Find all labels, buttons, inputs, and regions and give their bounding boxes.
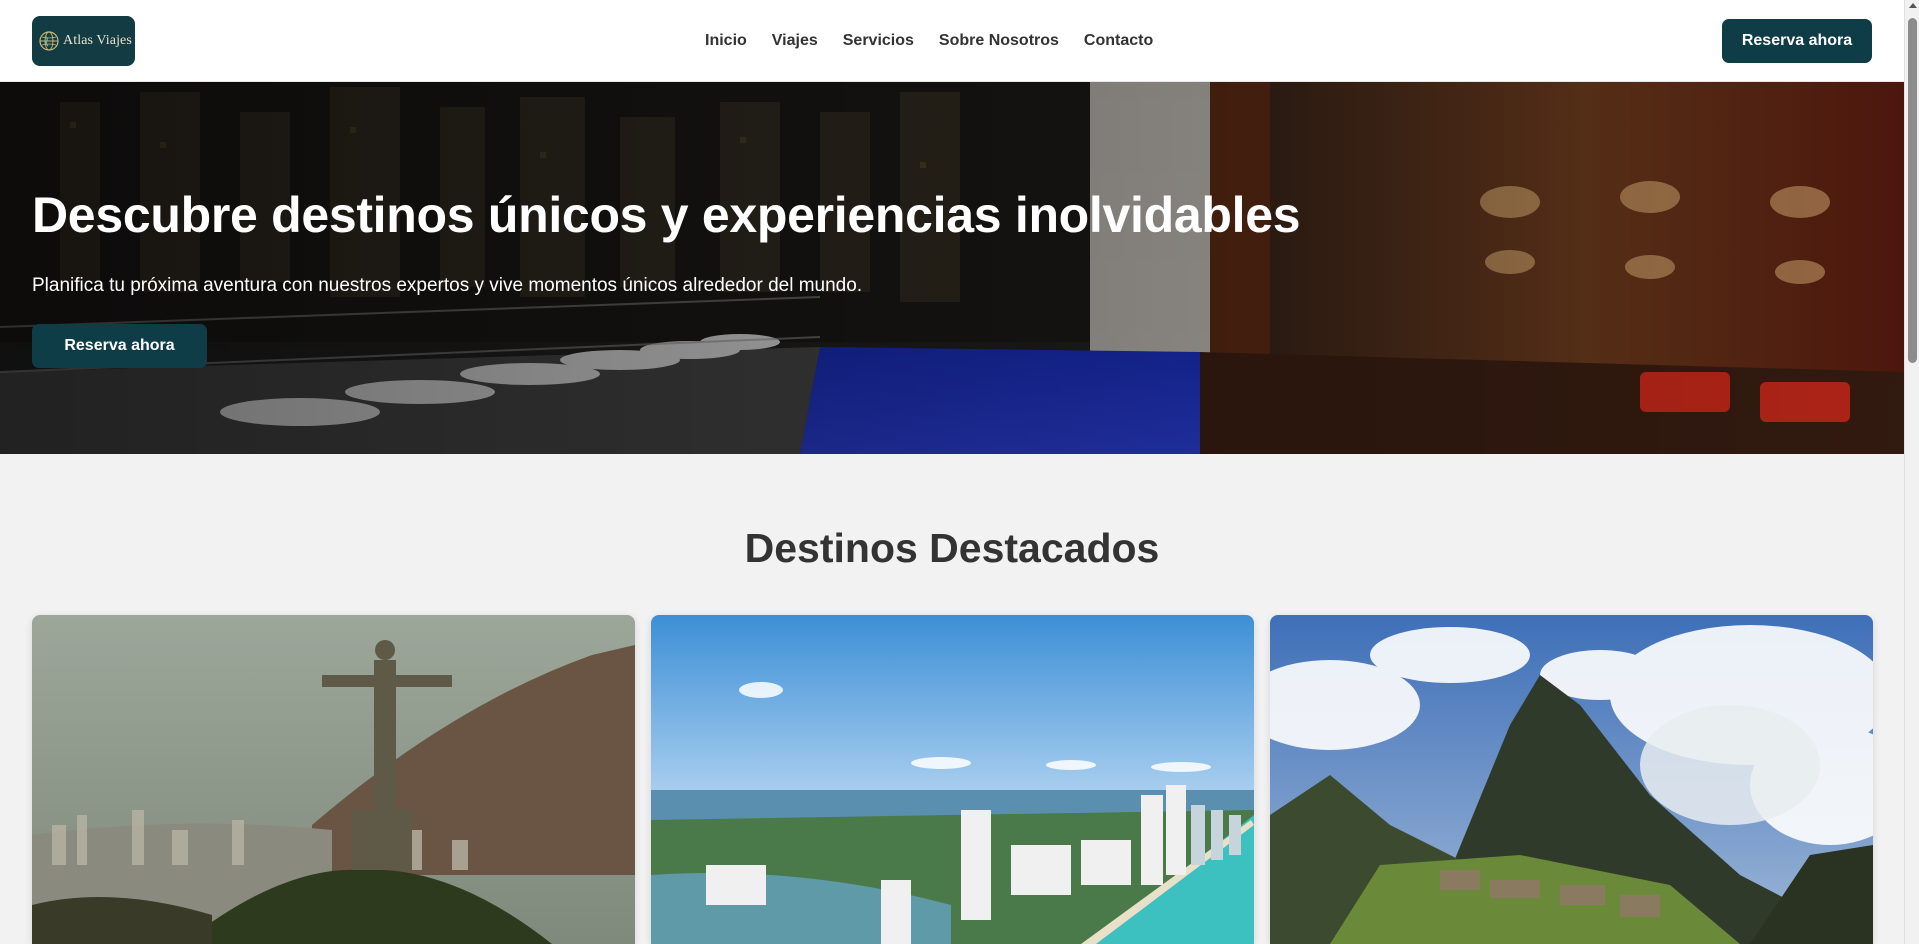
hero-reserve-button[interactable]: Reserva ahora bbox=[32, 324, 207, 368]
nav-link-contacto[interactable]: Contacto bbox=[1084, 32, 1153, 50]
nav-link-servicios[interactable]: Servicios bbox=[843, 32, 914, 50]
hero-section: Descubre destinos únicos y experiencias … bbox=[0, 82, 1904, 454]
page-scrollbar[interactable] bbox=[1904, 0, 1919, 944]
scroll-up-icon[interactable] bbox=[1909, 3, 1917, 8]
hero-background-image bbox=[0, 82, 1904, 454]
nav-link-sobre-nosotros[interactable]: Sobre Nosotros bbox=[939, 32, 1059, 50]
hero-subtitle: Planifica tu próxima aventura con nuestr… bbox=[32, 275, 863, 296]
nav-link-viajes[interactable]: Viajes bbox=[772, 32, 818, 50]
main-nav: Inicio Viajes Servicios Sobre Nosotros C… bbox=[705, 0, 1153, 82]
nav-link-inicio[interactable]: Inicio bbox=[705, 32, 747, 50]
destinations-title: Destinos Destacados bbox=[744, 525, 1160, 571]
logo[interactable]: Atlas Viajes bbox=[32, 16, 135, 66]
globe-icon bbox=[39, 31, 59, 51]
destination-card-machu-picchu[interactable] bbox=[1270, 615, 1873, 944]
page: Atlas Viajes Inicio Viajes Servicios Sob… bbox=[0, 0, 1904, 944]
scrollbar-thumb[interactable] bbox=[1908, 18, 1917, 363]
hero-title: Descubre destinos únicos y experiencias … bbox=[32, 187, 1301, 243]
machu-picchu-image bbox=[1270, 615, 1873, 944]
header-reserve-button[interactable]: Reserva ahora bbox=[1722, 19, 1872, 63]
logo-text: Atlas Viajes bbox=[63, 33, 132, 48]
site-header: Atlas Viajes Inicio Viajes Servicios Sob… bbox=[0, 0, 1904, 82]
christ-the-redeemer-image bbox=[32, 615, 635, 944]
destination-card-miami[interactable] bbox=[651, 615, 1254, 944]
destination-card-rio[interactable] bbox=[32, 615, 635, 944]
miami-beach-image bbox=[651, 615, 1254, 944]
